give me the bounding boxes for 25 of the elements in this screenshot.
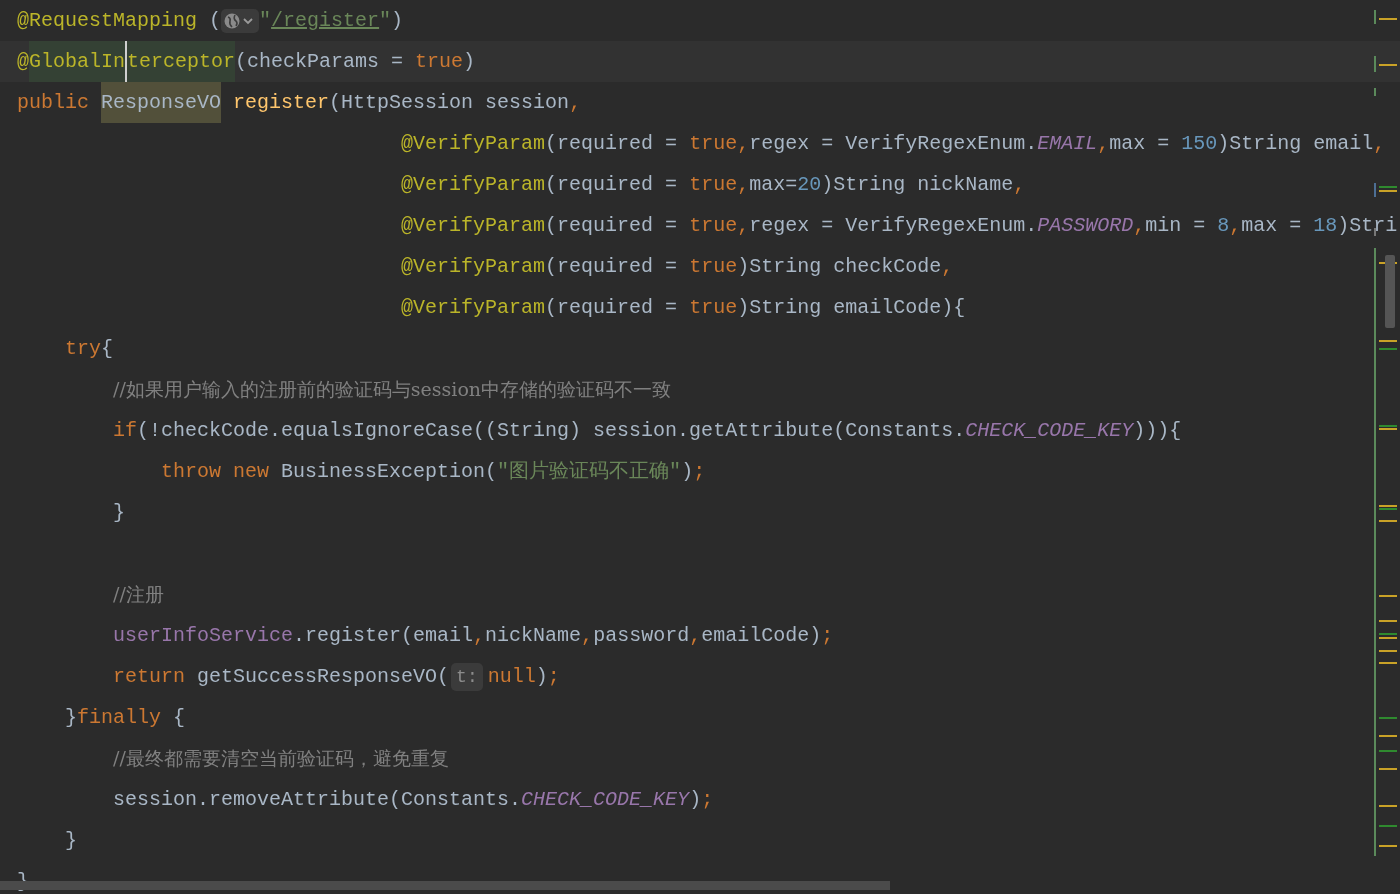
code-text: public ResponseVO register(HttpSession session, <box>17 82 582 123</box>
code-text: userInfoService.register(email,nickName,password,emailCode); <box>113 623 834 649</box>
code-text: @VerifyParam(required = true)String emailCode){ <box>401 295 966 321</box>
code-text: } <box>65 828 78 854</box>
code-text: null); <box>487 664 560 690</box>
code-text: if(!checkCode.equalsIgnoreCase((String) session.getAttribute(Constants.CHECK_CODE_KEY))){ <box>113 418 1182 444</box>
code-text: throw new BusinessException("图片验证码不正确"); <box>161 459 706 485</box>
code-text: //注册 <box>113 581 164 607</box>
code-text: }finally { <box>65 705 186 731</box>
code-text: @GlobalIn terceptor(checkParams = true) <box>17 41 476 82</box>
parameter-hint: t: <box>451 662 483 691</box>
code-text: "/register") <box>259 8 404 34</box>
code-text: @VerifyParam(required = true)String checkCode, <box>401 254 954 280</box>
code-text: @VerifyParam(required = true,regex = VerifyRegexEnum.PASSWORD,min = 8,max = 18)Stri <box>401 213 1398 239</box>
code-text: @VerifyParam(required = true,max=20)String nickName, <box>401 172 1026 198</box>
code-text: //如果用户输入的注册前的验证码与session中存储的验证码不一致 <box>113 376 672 402</box>
code-text: try{ <box>65 336 114 362</box>
code-text: @VerifyParam(required = true,regex = VerifyRegexEnum.EMAIL,max = 150)String email, <box>401 131 1386 157</box>
globe-icon[interactable] <box>221 8 260 33</box>
code-text: } <box>113 500 126 526</box>
code-text: //最终都需要清空当前验证码，避免重复 <box>113 745 449 771</box>
code-text: return getSuccessResponseVO( <box>113 664 450 690</box>
scrollbar-thumb[interactable] <box>1385 255 1395 328</box>
code-text: @RequestMapping ( <box>17 8 222 34</box>
code-text: session.removeAttribute(Constants.CHECK_CODE_KEY); <box>113 787 714 813</box>
